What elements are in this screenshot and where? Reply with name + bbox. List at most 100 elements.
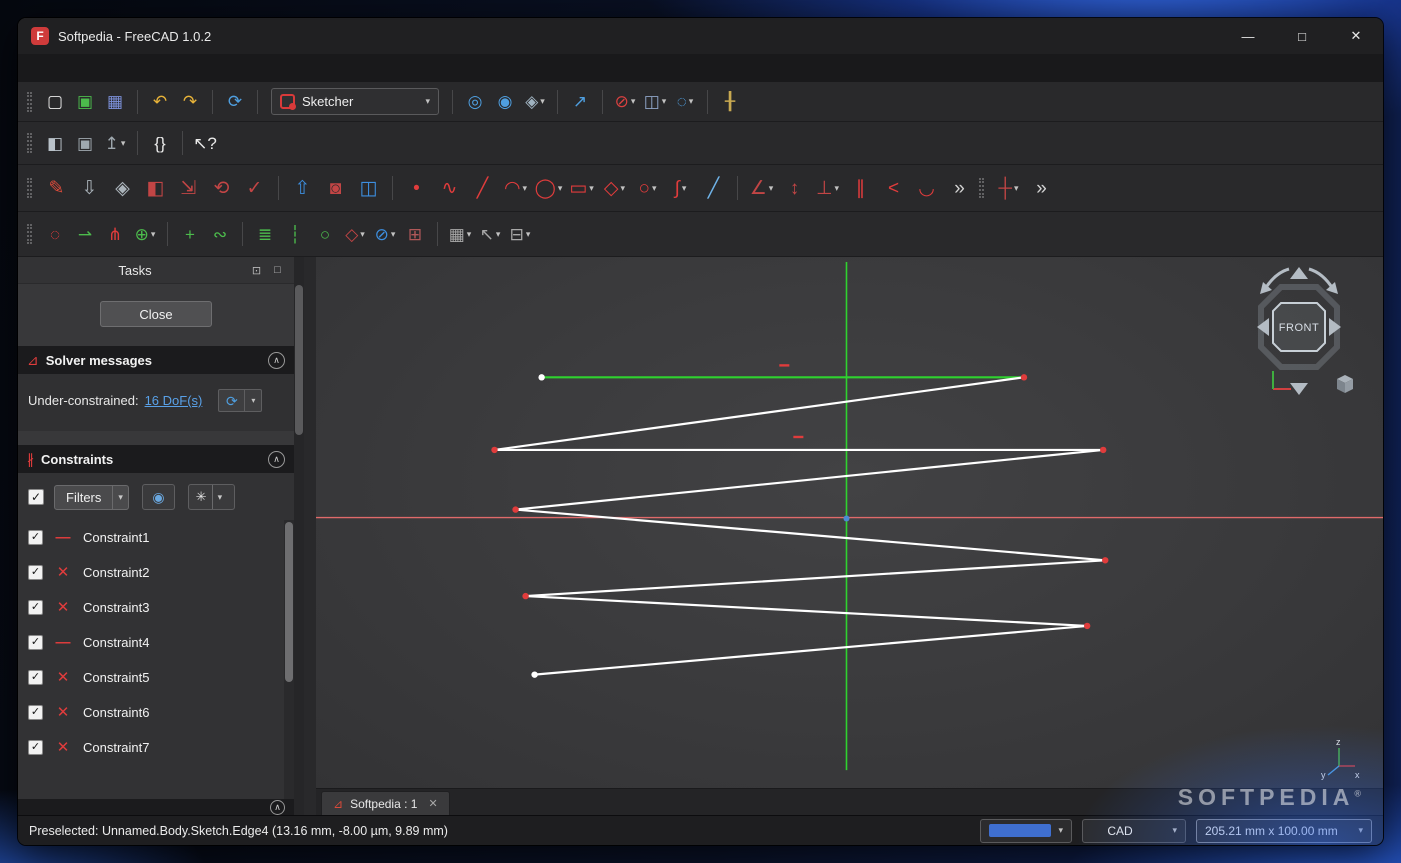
carbon-copy-button[interactable]: ⊞▾ xyxy=(400,219,430,249)
box-element-dropdown[interactable]: ◫ ▾ xyxy=(640,87,670,117)
toolbar-grip[interactable] xyxy=(27,224,32,244)
join-curves-button[interactable]: ∾▾ xyxy=(205,219,235,249)
open-file-button[interactable]: ▣▾ xyxy=(70,87,100,117)
view-section-button[interactable]: ◧▾ xyxy=(139,172,172,205)
attach-sketch-button[interactable]: ⇩▾ xyxy=(73,172,106,205)
select-origin-button[interactable]: ┆▾ xyxy=(280,219,310,249)
constraint-row-2[interactable]: ✓ ✕ Constraint2 xyxy=(18,555,284,590)
toggle-snap-dropdown[interactable]: ↖ ▾ xyxy=(475,219,505,249)
select-pointer-button[interactable]: ↗▾ xyxy=(565,87,595,117)
filters-dropdown[interactable]: Filters ▾ xyxy=(54,484,129,510)
collapse-solver-button[interactable]: ∧ xyxy=(268,351,285,369)
create-ellipse-dropdown[interactable]: ○ ▾ xyxy=(631,172,664,205)
constrain-distance-button[interactable]: ↕▾ xyxy=(778,172,811,205)
expression-editor-button[interactable]: {}▾ xyxy=(145,128,175,158)
rendering-order-dropdown[interactable]: ⊟ ▾ xyxy=(505,219,535,249)
measure-button[interactable]: ╂▾ xyxy=(715,87,745,117)
create-circle-dropdown[interactable]: ◯ ▾ xyxy=(532,172,565,205)
close-tab-icon[interactable]: ✕ xyxy=(428,797,437,810)
constraint-checkbox[interactable]: ✓ xyxy=(28,565,43,580)
create-line-button[interactable]: ╱▾ xyxy=(466,172,499,205)
trim-edge-button[interactable]: ◌▾ xyxy=(40,219,70,249)
make-link-dropdown[interactable]: ↥ ▾ xyxy=(100,128,130,158)
next-section-header[interactable]: ∧ xyxy=(18,799,294,815)
style-swatch-dropdown[interactable]: ▾ xyxy=(980,818,1072,843)
constraint-list-scrollbar[interactable] xyxy=(284,520,294,799)
create-part-button[interactable]: ◧▾ xyxy=(40,128,70,158)
convert-geometry-dropdown[interactable]: ◇ ▾ xyxy=(340,219,370,249)
constrain-tangent-button[interactable]: ◡▾ xyxy=(910,172,943,205)
float-panel-button[interactable]: ⊡ xyxy=(248,264,265,277)
fit-selection-button[interactable]: ◉▾ xyxy=(490,87,520,117)
toolbar-grip[interactable] xyxy=(27,91,32,112)
save-button[interactable]: ▦▾ xyxy=(100,87,130,117)
constraint-row-1[interactable]: ✓ — Constraint1 xyxy=(18,520,284,555)
fit-all-button[interactable]: ◎▾ xyxy=(460,87,490,117)
constraint-row-7[interactable]: ✓ ✕ Constraint7 xyxy=(18,730,284,765)
menu-tools[interactable] xyxy=(92,65,114,71)
create-arc-dropdown[interactable]: ◠ ▾ xyxy=(499,172,532,205)
dimension-readout-dropdown[interactable]: 205.21 mm x 100.00 mm ▾ xyxy=(1196,818,1372,843)
view-direction-dropdown[interactable]: ◈ ▾ xyxy=(520,87,550,117)
menu-view[interactable] xyxy=(70,65,92,71)
insert-knot-button[interactable]: +▾ xyxy=(175,219,205,249)
select-associated-constraints-button[interactable]: ≣▾ xyxy=(250,219,280,249)
constraint-settings-dropdown[interactable]: ┼ ▾ xyxy=(992,172,1025,205)
menu-windows[interactable] xyxy=(158,65,180,71)
navigation-cube[interactable]: FRONT xyxy=(1229,263,1369,413)
constraint-checkbox[interactable]: ✓ xyxy=(28,635,43,650)
reorient-sketch-button[interactable]: ⟲▾ xyxy=(205,172,238,205)
toolbar-grip[interactable] xyxy=(27,133,32,153)
constraint-row-6[interactable]: ✓ ✕ Constraint6 xyxy=(18,695,284,730)
toolbar-overflow-button[interactable]: »▾ xyxy=(1025,172,1058,205)
map-sketch-button[interactable]: ⇲▾ xyxy=(172,172,205,205)
solver-messages-header[interactable]: ⊿ Solver messages ∧ xyxy=(18,346,294,374)
toolbar-overflow-button[interactable]: »▾ xyxy=(943,172,976,205)
whats-this-button[interactable]: ↖?▾ xyxy=(190,128,220,158)
workbench-selector[interactable]: Sketcher ▾ xyxy=(271,88,439,115)
menu-file[interactable] xyxy=(26,65,48,71)
create-sketch-button[interactable]: ✎▾ xyxy=(40,172,73,205)
toggle-construction-button[interactable]: ╱▾ xyxy=(697,172,730,205)
visibility-dropdown[interactable]: ⊘ ▾ xyxy=(610,87,640,117)
constraint-checkbox[interactable]: ✓ xyxy=(28,670,43,685)
create-bspline-dropdown[interactable]: ∫ ▾ xyxy=(664,172,697,205)
toolbar-grip[interactable] xyxy=(979,178,984,198)
constraint-checkbox[interactable]: ✓ xyxy=(28,705,43,720)
toolbar-grip[interactable] xyxy=(27,178,32,198)
maximize-button[interactable]: □ xyxy=(1275,18,1329,54)
constraint-checkbox[interactable]: ✓ xyxy=(28,740,43,755)
undo-button[interactable]: ↶▾ xyxy=(145,87,175,117)
scrollbar-thumb[interactable] xyxy=(285,522,293,682)
navigation-style-dropdown[interactable]: CAD ▾ xyxy=(1082,818,1186,843)
mirror-sketch-button[interactable]: ◫▾ xyxy=(352,172,385,205)
scrollbar-thumb[interactable] xyxy=(295,285,303,435)
show-hide-constraints-button[interactable]: ◉ xyxy=(141,484,175,510)
collapse-next-section-button[interactable]: ∧ xyxy=(270,799,285,815)
minimize-button[interactable]: — xyxy=(1221,18,1275,54)
dof-link[interactable]: 16 DoF(s) xyxy=(145,393,203,408)
create-polyline-button[interactable]: ∿▾ xyxy=(433,172,466,205)
create-polygon-dropdown[interactable]: ◇ ▾ xyxy=(598,172,631,205)
create-group-button[interactable]: ▣▾ xyxy=(70,128,100,158)
create-point-button[interactable]: •▾ xyxy=(400,172,433,205)
constrain-perpendicular-button[interactable]: <▾ xyxy=(877,172,910,205)
3d-canvas[interactable]: FRONT z y x xyxy=(316,257,1383,788)
menu-macro[interactable] xyxy=(114,65,136,71)
filters-checkbox[interactable]: ✓ xyxy=(28,489,44,505)
constraint-settings-button[interactable]: ✳ ▾ xyxy=(187,484,235,510)
dock-panel-button[interactable]: □ xyxy=(269,264,286,276)
select-redundant-constraints-button[interactable]: ○▾ xyxy=(310,219,340,249)
validate-sketch-button[interactable]: ✓▾ xyxy=(238,172,271,205)
menu-sketch[interactable] xyxy=(136,65,158,71)
close-window-button[interactable]: ✕ xyxy=(1329,18,1383,54)
zoom-dropdown[interactable]: ◌ ▾ xyxy=(670,87,700,117)
menu-edit[interactable] xyxy=(48,65,70,71)
navcube-arrow-up[interactable] xyxy=(1290,267,1308,279)
constraint-row-3[interactable]: ✓ ✕ Constraint3 xyxy=(18,590,284,625)
solver-options-dropdown[interactable]: ▾ xyxy=(245,389,263,412)
constraint-row-5[interactable]: ✓ ✕ Constraint5 xyxy=(18,660,284,695)
constraint-row-4[interactable]: ✓ — Constraint4 xyxy=(18,625,284,660)
constrain-parallel-button[interactable]: ∥▾ xyxy=(844,172,877,205)
update-solver-button[interactable]: ⟳ xyxy=(218,389,246,412)
